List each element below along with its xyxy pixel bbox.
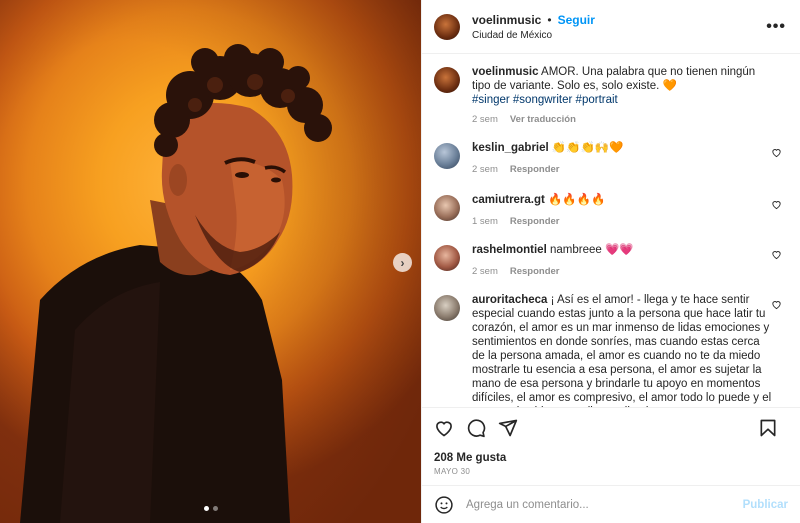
comment-time[interactable]: 1 sem xyxy=(472,215,498,229)
post-side-panel: voelinmusic • Seguir Ciudad de México ••… xyxy=(421,0,800,523)
author-avatar[interactable] xyxy=(434,13,460,40)
commenter-avatar[interactable] xyxy=(434,195,460,221)
caption: voelinmusic AMOR. Una palabra que no tie… xyxy=(434,65,788,141)
reply-button[interactable]: Responder xyxy=(510,163,560,177)
chevron-right-icon: › xyxy=(400,255,405,270)
comment-item: auroritacheca ¡ Así es el amor! - llega … xyxy=(434,293,788,407)
post-actions-section: 208 Me gusta MAYO 30 Agrega un comentari… xyxy=(422,407,800,514)
translate-link[interactable]: Ver traducción xyxy=(510,113,576,127)
like-heart-icon[interactable] xyxy=(434,418,454,438)
comment-text: nambreee 💗💗 xyxy=(549,244,634,256)
comment-username[interactable]: camiutrera.gt xyxy=(472,194,545,206)
comment-item: camiutrera.gt 🔥🔥🔥🔥 1 sem Responder xyxy=(434,193,788,243)
next-photo-button[interactable]: › xyxy=(393,253,412,272)
heart-icon[interactable] xyxy=(771,299,782,310)
commenter-avatar[interactable] xyxy=(434,295,460,321)
carousel-dots xyxy=(204,506,218,511)
comment-time[interactable]: 2 sem xyxy=(472,265,498,279)
caption-username[interactable]: voelinmusic xyxy=(472,66,538,78)
carousel-dot xyxy=(213,506,218,511)
post-location[interactable]: Ciudad de México xyxy=(472,30,595,41)
comment-item: rashelmontiel nambreee 💗💗 2 sem Responde… xyxy=(434,243,788,293)
reply-button[interactable]: Responder xyxy=(510,265,560,279)
comment-text: 👏👏👏🙌🧡 xyxy=(551,142,624,154)
comment-time[interactable]: 2 sem xyxy=(472,163,498,177)
author-avatar[interactable] xyxy=(434,67,460,93)
comment-username[interactable]: auroritacheca xyxy=(472,294,547,306)
comment-username[interactable]: keslin_gabriel xyxy=(472,142,549,154)
comments-list[interactable]: voelinmusic AMOR. Una palabra que no tie… xyxy=(422,55,800,407)
likes-count[interactable]: 208 Me gusta xyxy=(422,448,800,464)
comment-input[interactable]: Agrega un comentario... xyxy=(466,499,743,511)
portrait-figure xyxy=(20,44,332,523)
more-options-icon[interactable]: ••• xyxy=(766,18,786,36)
share-paper-plane-icon[interactable] xyxy=(498,418,518,438)
action-icons-row xyxy=(422,408,800,448)
add-comment-bar: Agrega un comentario... Publicar xyxy=(422,485,800,523)
save-bookmark-icon[interactable] xyxy=(758,418,778,438)
follow-button[interactable]: Seguir xyxy=(558,13,595,27)
heart-icon[interactable] xyxy=(771,147,782,158)
carousel-dot-active xyxy=(204,506,209,511)
heart-icon[interactable] xyxy=(771,199,782,210)
commenter-avatar[interactable] xyxy=(434,245,460,271)
heart-icon[interactable] xyxy=(771,249,782,260)
comment-bubble-icon[interactable] xyxy=(466,418,486,438)
publish-button[interactable]: Publicar xyxy=(743,499,788,511)
emoji-icon[interactable] xyxy=(434,495,454,515)
caption-time[interactable]: 2 sem xyxy=(472,113,498,127)
author-username[interactable]: voelinmusic xyxy=(472,13,541,27)
comment-username[interactable]: rashelmontiel xyxy=(472,244,547,256)
caption-hashtags[interactable]: #singer #songwriter #portrait xyxy=(472,93,772,107)
post-photo[interactable]: › xyxy=(0,0,421,523)
comment-item: keslin_gabriel 👏👏👏🙌🧡 2 sem Responder xyxy=(434,141,788,193)
comment-text: 🔥🔥🔥🔥 xyxy=(548,194,606,206)
commenter-avatar[interactable] xyxy=(434,143,460,169)
reply-button[interactable]: Responder xyxy=(510,215,560,229)
separator-dot: • xyxy=(547,12,552,27)
post-date[interactable]: MAYO 30 xyxy=(422,464,800,476)
comment-text: ¡ Así es el amor! - llega y te hace sent… xyxy=(472,294,772,407)
post-header: voelinmusic • Seguir Ciudad de México ••… xyxy=(422,0,800,54)
